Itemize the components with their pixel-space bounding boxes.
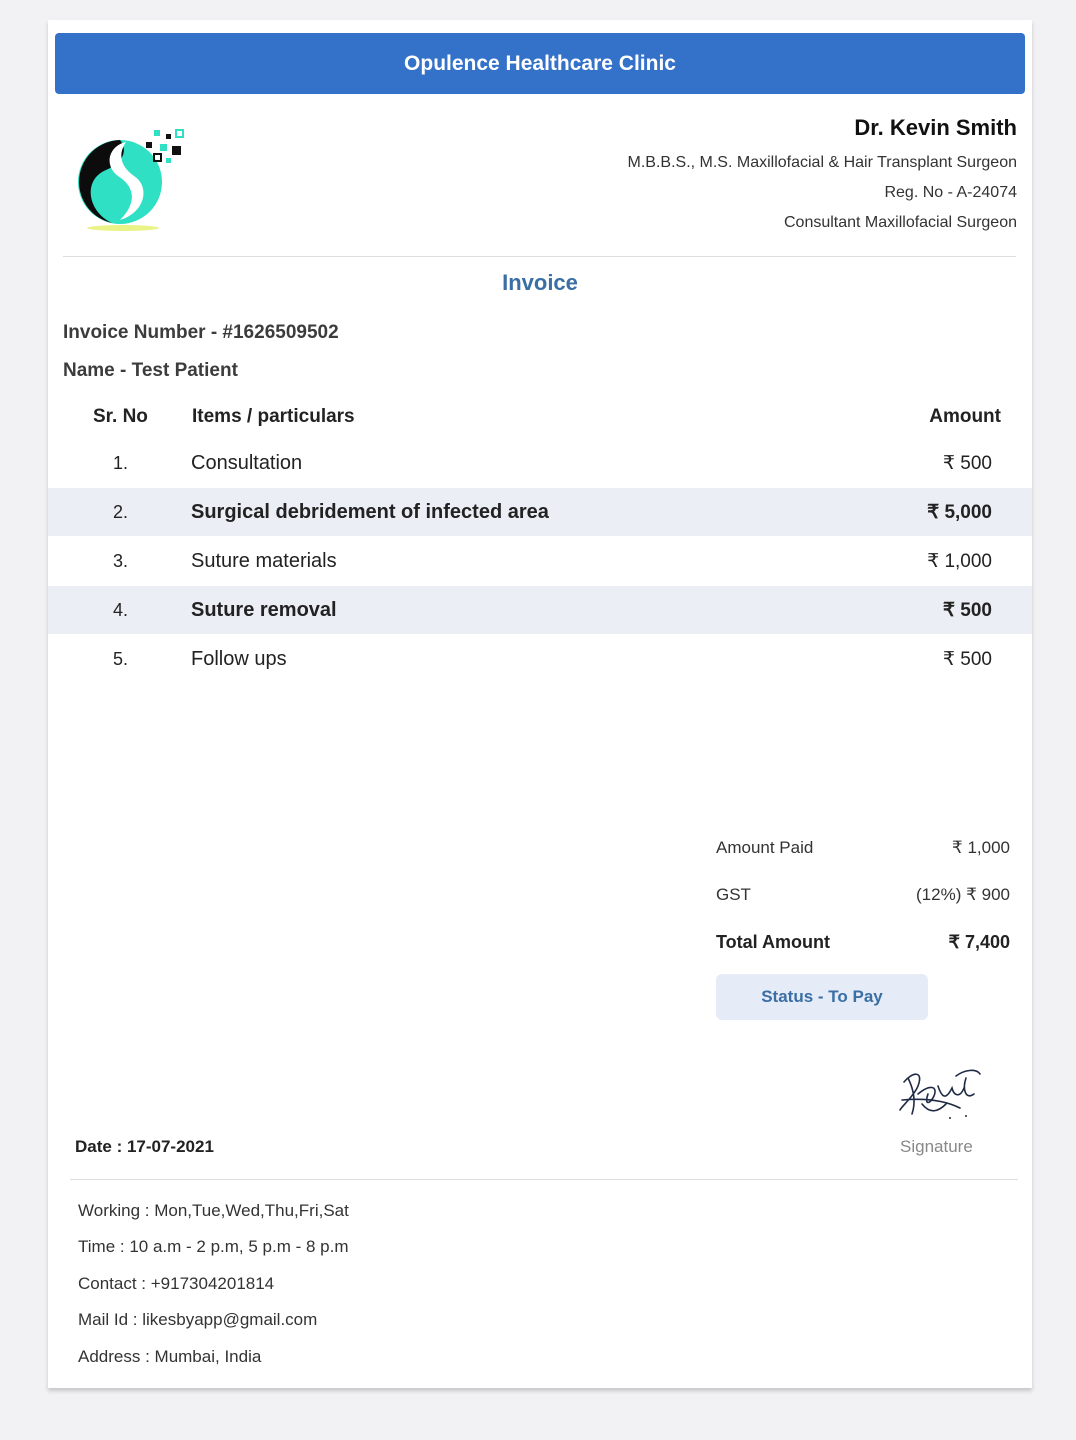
header-items: Items / particulars <box>192 406 355 427</box>
amount-paid-value: ₹ 1,000 <box>951 838 1010 857</box>
row-item: Surgical debridement of infected area <box>191 501 549 523</box>
invoice-card: Opulence Healthcare Clinic Dr. Kevin Smi… <box>48 20 1032 1388</box>
table-row: 2. Surgical debridement of infected area… <box>48 488 1032 536</box>
status-button[interactable]: Status - To Pay <box>716 974 928 1020</box>
doctor-designation: Consultant Maxillofacial Surgeon <box>783 214 1017 231</box>
footer-divider <box>70 1179 1018 1180</box>
signature-image-icon <box>899 1069 981 1119</box>
table-row: 4. Suture removal ₹ 500 <box>48 586 1032 634</box>
table-row: 5. Follow ups ₹ 500 <box>48 635 1032 683</box>
gst-label: GST <box>716 885 751 904</box>
doctor-name: Dr. Kevin Smith <box>854 115 1017 140</box>
row-item: Consultation <box>191 452 303 474</box>
row-sr: 1. <box>113 453 129 473</box>
row-amount: ₹ 5,000 <box>927 502 992 523</box>
total-amount-value: ₹ 7,400 <box>948 932 1011 952</box>
invoice-date: Date : 17-07-2021 <box>75 1137 214 1156</box>
total-amount-label: Total Amount <box>716 932 830 952</box>
footer-time: Time : 10 a.m - 2 p.m, 5 p.m - 8 p.m <box>78 1237 349 1256</box>
header-divider <box>63 256 1016 257</box>
row-item: Suture removal <box>191 599 337 621</box>
invoice-title: Invoice <box>502 270 578 295</box>
footer-mail: Mail Id : likesbyapp@gmail.com <box>78 1310 318 1329</box>
doctor-info: Dr. Kevin Smith M.B.B.S., M.S. Maxillofa… <box>628 116 1017 238</box>
row-sr: 2. <box>113 502 129 522</box>
amount-paid-label: Amount Paid <box>716 838 814 857</box>
clinic-banner: Opulence Healthcare Clinic <box>55 33 1025 94</box>
table-row: 1. Consultation ₹ 500 <box>48 439 1032 487</box>
table-header: Sr. No Items / particulars Amount <box>48 406 1032 432</box>
footer-contact: Contact : +917304201814 <box>78 1274 275 1293</box>
clinic-name: Opulence Healthcare Clinic <box>404 51 676 75</box>
row-item: Suture materials <box>191 550 337 572</box>
doctor-qualification: M.B.B.S., M.S. Maxillofacial & Hair Tran… <box>627 154 1017 171</box>
row-sr: 4. <box>113 600 129 620</box>
row-item: Follow ups <box>191 648 287 670</box>
patient-name: Name - Test Patient <box>63 360 238 381</box>
doctor-registration: Reg. No - A-24074 <box>884 184 1017 201</box>
header-amount: Amount <box>929 406 1001 427</box>
table-row: 3. Suture materials ₹ 1,000 <box>48 537 1032 585</box>
row-amount: ₹ 500 <box>942 600 992 621</box>
row-amount: ₹ 1,000 <box>927 551 992 572</box>
row-sr: 3. <box>113 551 129 571</box>
header-sr-no: Sr. No <box>93 406 148 427</box>
invoice-number: Invoice Number - #1626509502 <box>63 322 339 343</box>
row-amount: ₹ 500 <box>942 453 992 474</box>
footer-address: Address : Mumbai, India <box>78 1347 262 1366</box>
footer-working-days: Working : Mon,Tue,Wed,Thu,Fri,Sat <box>78 1201 349 1220</box>
clinic-logo-icon <box>78 129 184 231</box>
gst-value: (12%) ₹ 900 <box>916 885 1010 904</box>
row-sr: 5. <box>113 649 129 669</box>
row-amount: ₹ 500 <box>942 649 992 670</box>
signature-label: Signature <box>900 1137 973 1156</box>
